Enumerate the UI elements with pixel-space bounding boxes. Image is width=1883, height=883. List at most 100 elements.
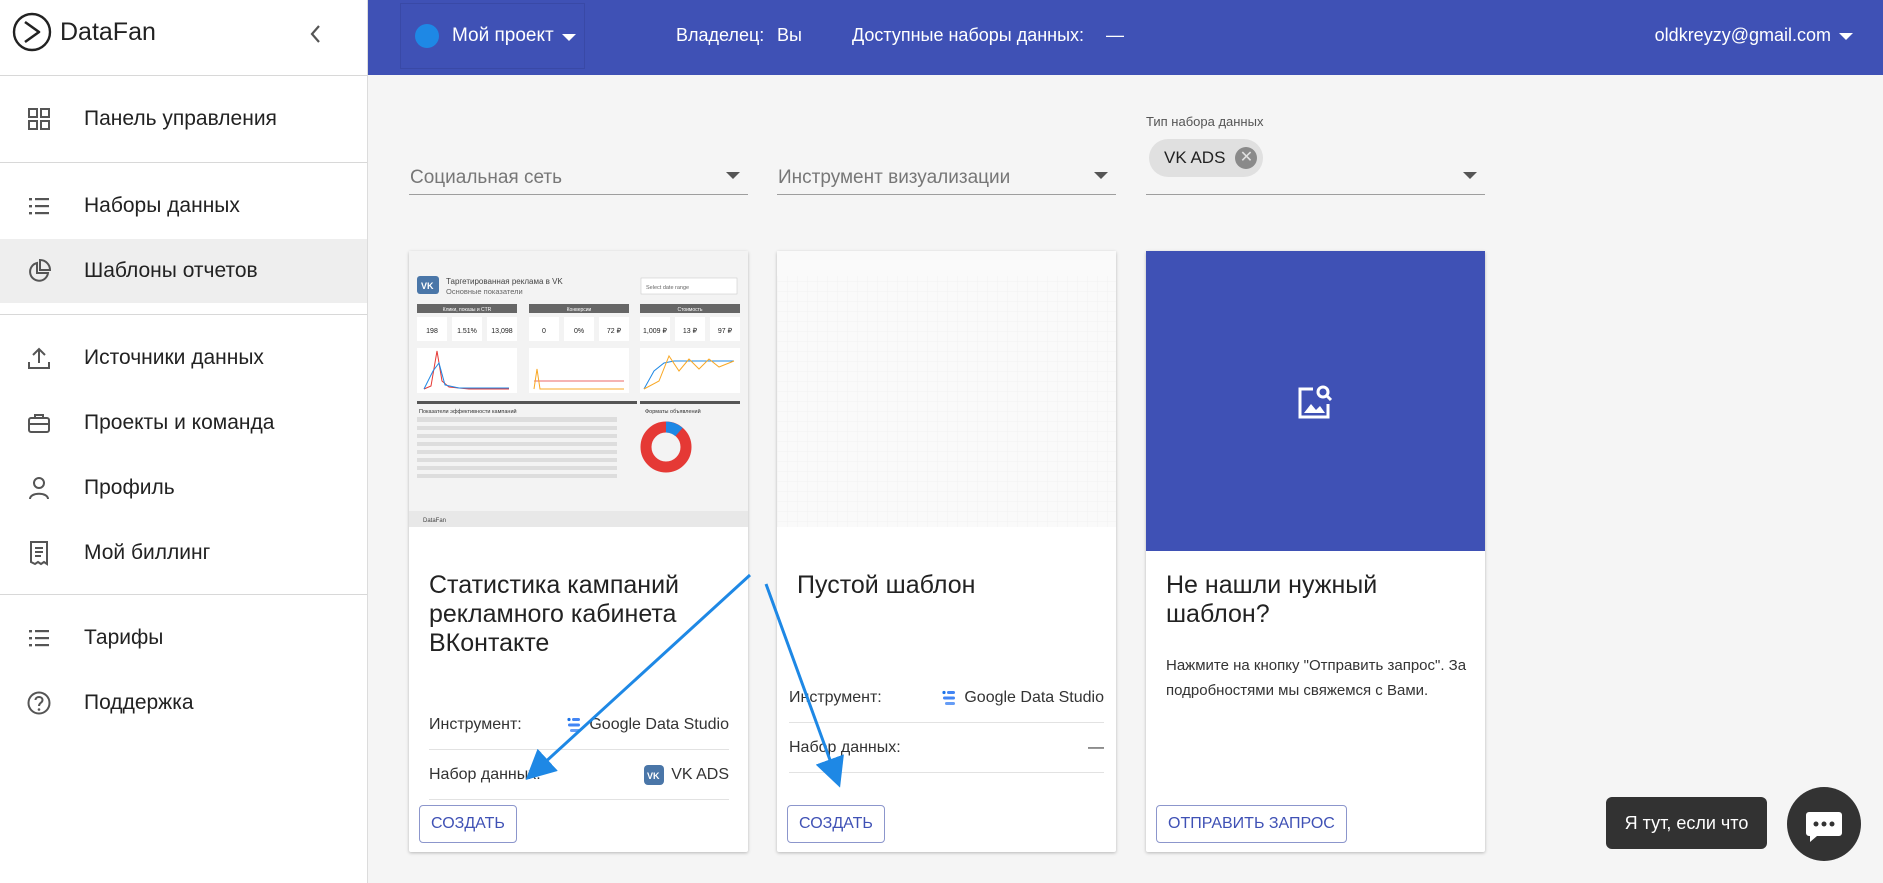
blank-preview-image [777, 251, 1116, 527]
project-name: Мой проект [452, 25, 554, 46]
list-icon [29, 198, 49, 215]
datafan-logo-icon [12, 12, 52, 52]
user-email: oldkreyzy@gmail.com [1654, 25, 1831, 45]
nav-datasets[interactable]: Наборы данных [0, 174, 367, 238]
preview-kpi: 1,009 ₽ [643, 327, 667, 335]
briefcase-icon [28, 414, 50, 433]
svg-text:VK: VK [647, 771, 660, 781]
divider [0, 314, 367, 315]
nav-label: Наборы данных [84, 194, 240, 217]
chat-button[interactable] [1787, 787, 1861, 861]
tool-row: Инструмент: Google Data Studio [429, 700, 729, 750]
card-title: Не нашли нужный шаблон? [1166, 571, 1378, 628]
logo[interactable]: DataFan [12, 12, 156, 52]
preview-kpi: 13,098 [491, 328, 513, 335]
create-button[interactable]: Создать [419, 805, 517, 843]
sidebar: DataFan Панель управления Наборы данных … [0, 0, 368, 883]
dataset-value: — [1088, 738, 1104, 756]
top-bar: Мой проект Владелец: Вы Доступные наборы… [368, 0, 1883, 75]
preview-kpi: 97 ₽ [718, 327, 733, 335]
nav-label: Источники данных [84, 346, 264, 369]
tool-label: Инструмент: [789, 688, 882, 706]
nav-projects-team[interactable]: Проекты и команда [0, 391, 367, 455]
owner-label: Владелец: [676, 25, 765, 45]
dataset-label: Набор данных: [429, 765, 541, 783]
chip-remove-icon[interactable]: ✕ [1235, 147, 1258, 169]
nav-billing[interactable]: Мой биллинг [0, 521, 367, 585]
dataset-type-chip[interactable]: VK ADS ✕ [1149, 139, 1264, 177]
caret-down-icon [1094, 172, 1108, 179]
upload-icon [28, 347, 50, 369]
preview-kpi: 0 [542, 328, 546, 335]
datasets-label: Доступные наборы данных: [852, 25, 1085, 45]
create-button[interactable]: Создать [787, 805, 885, 843]
report-preview-image: VK Таргетированная реклама в VK Основные… [409, 251, 748, 527]
divider [0, 162, 367, 163]
preview-heading: Таргетированная реклама в VK [446, 277, 563, 286]
dataset-type-label: Тип набора данных [1146, 114, 1264, 129]
app-name: DataFan [60, 17, 156, 46]
image-search-icon [1298, 385, 1333, 419]
template-preview-empty [777, 251, 1116, 527]
nav-profile[interactable]: Профиль [0, 456, 367, 520]
preview-kpi: 198 [426, 328, 438, 335]
nav-tariffs[interactable]: Тарифы [0, 606, 367, 670]
user-menu[interactable]: oldkreyzy@gmail.com [1655, 25, 1853, 46]
owner-value: Вы [777, 25, 802, 45]
preview-kpi: 1.51% [457, 328, 477, 335]
card-title: Пустой шаблон [797, 571, 976, 599]
template-card-empty[interactable]: Пустой шаблон Инструмент: Google Data St… [777, 251, 1116, 852]
preview-kpi: 13 ₽ [683, 327, 698, 335]
dataset-type-select[interactable]: VK ADS ✕ [1146, 139, 1485, 195]
dataset-value: VK VK ADS [644, 764, 729, 785]
divider [0, 594, 367, 595]
help-circle-icon [27, 691, 51, 715]
caret-down-icon [1839, 32, 1853, 40]
preview-table-title: Показатели эффективности кампаний [419, 408, 517, 415]
datasets-value: — [1106, 25, 1124, 45]
preview-kpi: 0% [574, 328, 584, 335]
dataset-label: Набор данных: [789, 738, 901, 756]
dashboard-grid-icon [28, 108, 50, 130]
chip-label: VK ADS [1164, 148, 1226, 167]
caret-down-icon [726, 172, 740, 179]
project-color-dot [415, 24, 439, 48]
divider [0, 75, 367, 76]
nav-dashboard[interactable]: Панель управления [0, 87, 367, 151]
tool-value-text: Google Data Studio [964, 688, 1104, 706]
preview-footer: DataFan [423, 518, 446, 524]
chat-bubble-icon [1806, 812, 1842, 842]
nav-report-templates[interactable]: Шаблоны отчетов [0, 239, 367, 303]
nav-support[interactable]: Поддержка [0, 671, 367, 735]
template-preview: VK Таргетированная реклама в VK Основные… [409, 251, 748, 527]
caret-down-icon [562, 34, 576, 41]
send-request-button[interactable]: Отправить запрос [1156, 805, 1347, 843]
viz-tool-placeholder: Инструмент визуализации [778, 167, 1011, 188]
project-selector[interactable]: Мой проект [400, 3, 585, 69]
caret-down-icon [1463, 172, 1477, 179]
collapse-sidebar-button[interactable] [308, 22, 328, 52]
request-template-card: Не нашли нужный шаблон? Нажмите на кнопк… [1146, 251, 1485, 852]
nav-label: Панель управления [84, 107, 277, 130]
preview-kpi: 72 ₽ [607, 327, 622, 335]
nav-data-sources[interactable]: Источники данных [0, 326, 367, 390]
person-icon [29, 477, 49, 500]
preview-section: Стоимость [677, 307, 702, 313]
receipt-icon [30, 541, 48, 566]
viz-tool-select[interactable]: Инструмент визуализации [777, 155, 1116, 195]
preview-donut-title: Форматы объявлений [645, 408, 701, 415]
google-data-studio-icon [942, 690, 956, 705]
chevron-left-icon [310, 25, 320, 43]
template-card-vk[interactable]: VK Таргетированная реклама в VK Основные… [409, 251, 748, 852]
tool-label: Инструмент: [429, 715, 522, 733]
nav-label: Профиль [84, 476, 175, 499]
preview-section: Клики, показы и CTR [443, 307, 492, 313]
dataset-row: Набор данных: — [789, 723, 1104, 773]
nav-label: Проекты и команда [84, 411, 275, 434]
chat-tooltip: Я тут, если что [1606, 797, 1767, 849]
nav-label: Мой биллинг [84, 541, 211, 564]
social-network-select[interactable]: Социальная сеть [409, 155, 748, 195]
preview-select: Select date range [646, 285, 689, 291]
preview-section: Конверсии [567, 307, 592, 313]
dataset-value-text: VK ADS [671, 765, 729, 783]
